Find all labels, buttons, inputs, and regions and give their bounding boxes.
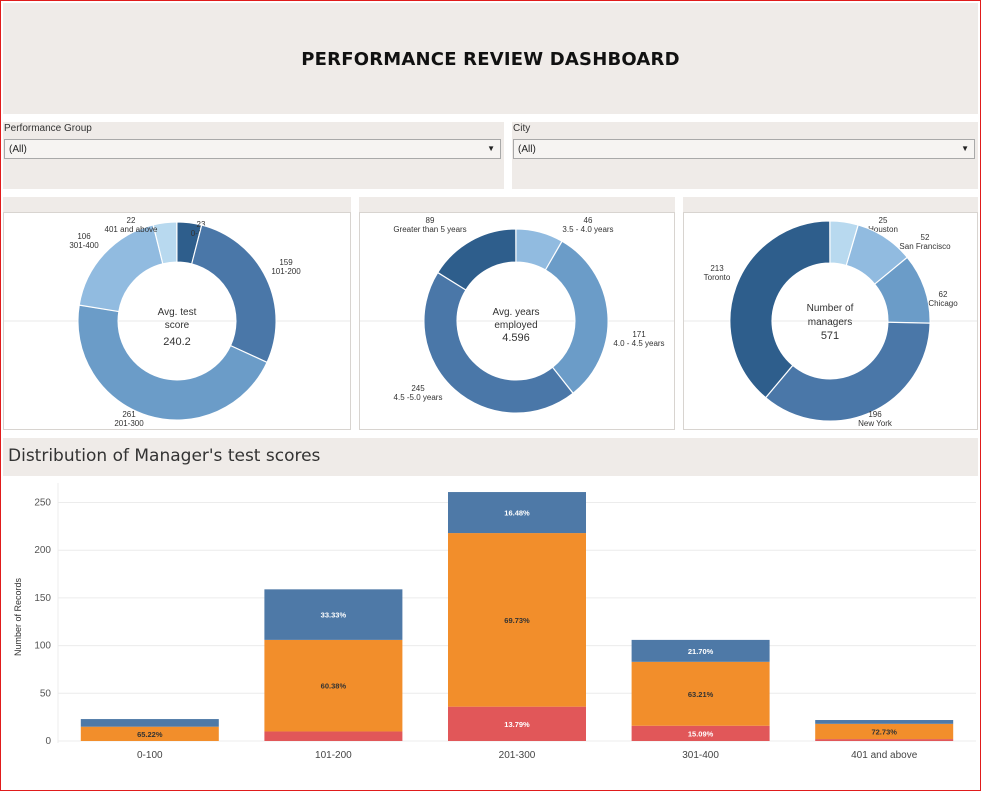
- donut-slice-value: 22: [127, 216, 136, 225]
- donut-slice-value: 106: [77, 232, 91, 241]
- performance-group-dropdown[interactable]: (All) ▼: [4, 139, 501, 159]
- donut-slice-label: Toronto: [704, 273, 731, 282]
- donut-slice-label: 101-200: [271, 267, 301, 276]
- y-tick-label: 100: [34, 641, 51, 652]
- managers-donut-area: 25 Houston 52 San Francisco 62 Chicago 196 New …: [683, 212, 978, 430]
- city-value: (All): [518, 144, 536, 155]
- donut-slice[interactable]: [191, 224, 277, 363]
- dashboard-frame: PERFORMANCE REVIEW DASHBOARD Performance…: [0, 0, 981, 791]
- y-tick-label: 50: [40, 688, 52, 699]
- y-tick-label: 250: [34, 498, 51, 509]
- city-label: City: [513, 123, 531, 134]
- test-score-donut-chart[interactable]: 230-100159101-200261201-300106301-400224…: [4, 213, 350, 429]
- bar-data-label: 21.70%: [688, 647, 714, 656]
- section-header: Distribution of Manager's test scores: [3, 438, 978, 476]
- donut-slice-value: 196: [868, 410, 882, 419]
- y-tick-label: 150: [34, 593, 51, 604]
- donut-slice-value: 25: [879, 216, 888, 225]
- managers-donut-panel: 25 Houston 52 San Francisco 62 Chicago 196 New …: [683, 197, 978, 430]
- donut-slice-value: 52: [921, 233, 930, 242]
- donut-slice[interactable]: [78, 224, 164, 313]
- donut-center-text: 571: [821, 330, 839, 342]
- bar-data-label: 72.73%: [871, 727, 897, 736]
- bar-data-label: 60.38%: [321, 682, 347, 691]
- y-tick-label: 0: [45, 736, 51, 747]
- donut-slice-label: 4.0 - 4.5 years: [613, 339, 664, 348]
- donut-slice-label: 4.5 -5.0 years: [394, 393, 443, 402]
- bar-data-label: 13.79%: [504, 720, 530, 729]
- bar-data-label: 69.73%: [504, 616, 530, 625]
- donut-slice-value: 245: [411, 384, 425, 393]
- years-employed-donut-area: 46 3.5 - 4.0 years 171 4.0 - 4.5 years 245 4.…: [359, 212, 675, 430]
- bar-data-label: 15.09%: [688, 729, 714, 738]
- years-employed-donut-chart[interactable]: 463.5 - 4.0 years1714.0 - 4.5 years2454.…: [360, 213, 674, 429]
- donut-slice-value: 213: [710, 264, 724, 273]
- x-tick-label: 201-300: [499, 750, 536, 761]
- y-tick-label: 200: [34, 545, 51, 556]
- donut-center-text: 4.596: [502, 332, 530, 344]
- x-tick-label: 301-400: [682, 750, 719, 761]
- section-title: Distribution of Manager's test scores: [8, 446, 321, 466]
- city-filter: City (All) ▼: [512, 122, 978, 189]
- test-score-donut-area: 230-100159101-200261201-300106301-400224…: [3, 212, 351, 430]
- donut-slice-label: Chicago: [928, 299, 958, 308]
- page-title: PERFORMANCE REVIEW DASHBOARD: [301, 49, 680, 70]
- test-score-bar-chart[interactable]: 0 50 100 150 200 250 Number of Records 65.22% 0-…: [1, 477, 980, 789]
- donut-slice[interactable]: [423, 271, 574, 414]
- managers-donut-chart[interactable]: 25Houston52San Francisco62Chicago196New …: [684, 213, 977, 429]
- x-tick-label: 0-100: [137, 750, 163, 761]
- y-axis-title: Number of Records: [13, 577, 23, 656]
- bar-data-label: 16.48%: [504, 509, 530, 518]
- performance-group-filter: Performance Group (All) ▼: [3, 122, 504, 189]
- x-tick-label: 101-200: [315, 750, 352, 761]
- bar-data-label: 33.33%: [321, 611, 347, 620]
- dropdown-arrow-icon: ▼: [961, 144, 969, 153]
- performance-group-label: Performance Group: [4, 123, 92, 134]
- header-band: PERFORMANCE REVIEW DASHBOARD: [3, 3, 978, 114]
- donut-slice-label: New York: [858, 419, 893, 428]
- donut-slice[interactable]: [765, 321, 931, 422]
- donut-center-text: Avg. test: [158, 307, 197, 318]
- bar-data-label: 63.21%: [688, 690, 714, 699]
- city-dropdown[interactable]: (All) ▼: [513, 139, 975, 159]
- donut-slice-value: 171: [632, 330, 646, 339]
- donut-center-text: Avg. years: [492, 307, 539, 318]
- donut-slice-label: San Francisco: [899, 242, 951, 251]
- bar-segment[interactable]: [80, 719, 219, 727]
- donut-slice-label: 3.5 - 4.0 years: [562, 225, 613, 234]
- donut-center-text: score: [165, 320, 190, 331]
- years-employed-donut-panel: 46 3.5 - 4.0 years 171 4.0 - 4.5 years 245 4.…: [359, 197, 675, 430]
- donut-center-text: managers: [808, 317, 852, 328]
- performance-group-value: (All): [9, 144, 27, 155]
- test-score-donut-panel: 230-100159101-200261201-300106301-400224…: [3, 197, 351, 430]
- donut-slice-value: 159: [279, 258, 293, 267]
- donut-center-text: 240.2: [163, 336, 191, 348]
- x-tick-label: 401 and above: [851, 750, 918, 761]
- bar-segment[interactable]: [815, 739, 954, 741]
- donut-slice-value: 89: [426, 216, 435, 225]
- donut-slice-label: 301-400: [69, 241, 99, 250]
- dropdown-arrow-icon: ▼: [487, 144, 495, 153]
- bar-segment[interactable]: [815, 720, 954, 724]
- donut-slice-label: 401 and above: [105, 225, 158, 234]
- donut-slice-label: 201-300: [114, 419, 144, 428]
- bar-data-label: 65.22%: [137, 730, 163, 739]
- donut-slice-label: Greater than 5 years: [393, 225, 466, 234]
- donut-slice-value: 62: [939, 290, 948, 299]
- bar-segment[interactable]: [264, 731, 403, 741]
- donut-slice-value: 261: [122, 410, 136, 419]
- donut-slice-value: 46: [584, 216, 593, 225]
- donut-center-text: Number of: [807, 303, 854, 314]
- donut-center-text: employed: [494, 320, 537, 331]
